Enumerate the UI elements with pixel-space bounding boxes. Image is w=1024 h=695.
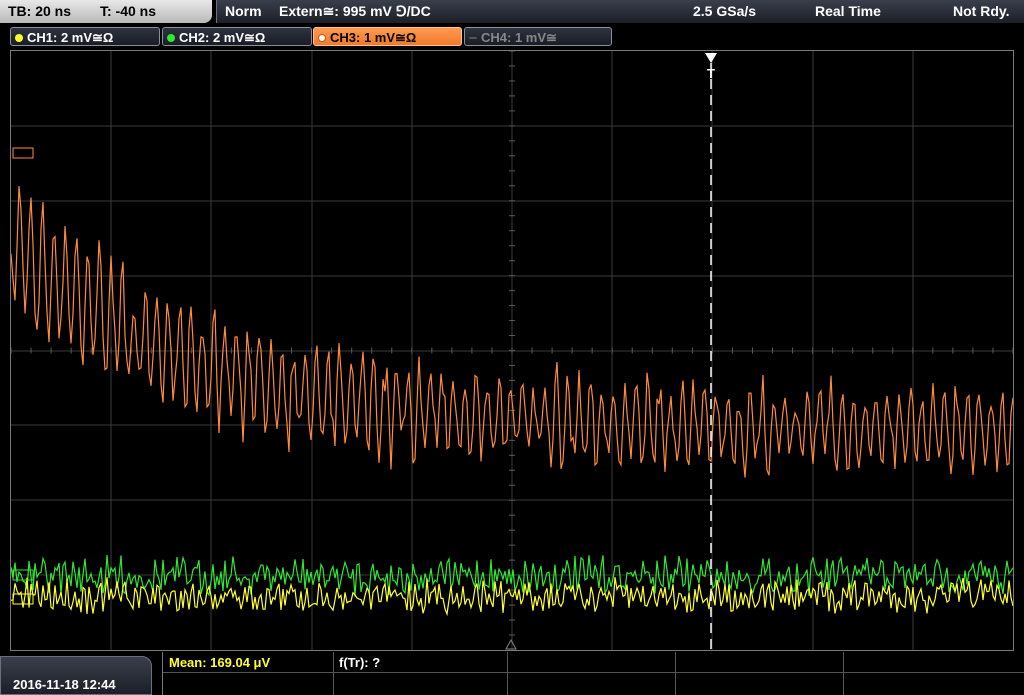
trigger-mode-label: Norm [225,3,262,19]
channel-2-button[interactable]: CH2: 2 mV≅Ω [162,27,312,46]
channel-1-label: CH1: 2 mV≅Ω [27,30,114,45]
channel-3-button[interactable]: CH3: 1 mV≅Ω [313,27,462,46]
measurement-cell-4[interactable] [675,652,844,673]
channel-3-label: CH3: 1 mV≅Ω [330,30,417,45]
channel-2-dot-icon [167,33,175,42]
measurement-row-2 [163,673,1024,695]
bottom-bar: 2016-11-18 12:44 Mean: 169.04 μV f(Tr): … [0,652,1024,695]
channel-4-button[interactable]: CH4: 1 mV≅ [464,27,612,46]
channel-4-label: CH4: 1 mV≅ [481,30,557,45]
trigger-source-label: Extern≅: 995 mV ⅁/DC [279,3,431,19]
datetime-box: 2016-11-18 12:44 [0,656,152,695]
bottom-center-marker-icon [505,638,517,650]
measurement-panel[interactable]: Mean: 169.04 μV f(Tr): ? [162,652,1024,695]
sample-rate-label: 2.5 GSa/s [693,3,757,19]
trigger-marker-label: T [707,66,715,81]
status-label: Not Rdy. [953,3,1010,19]
channel-4-dash-icon [469,36,477,39]
top-status-bar: TB: 20 ns T: -40 ns Norm Extern≅: 995 mV… [0,0,1024,24]
waveform-grid: T [11,51,1013,650]
timebase-box[interactable]: TB: 20 ns T: -40 ns [0,0,212,23]
datetime-label: 2016-11-18 12:44 [13,677,116,692]
channel-1-button[interactable]: CH1: 2 mV≅Ω [10,27,160,46]
waveform-display[interactable]: T [10,50,1014,651]
channel-bar: CH1: 2 mV≅Ω CH2: 2 mV≅Ω CH3: 1 mV≅Ω CH4:… [0,26,1024,48]
measurement-cell-5[interactable] [843,652,1024,673]
channel-1-dot-icon [15,33,23,42]
trigger-position-label: T: -40 ns [100,3,157,19]
trigger-marker-icon [705,53,717,63]
trigger-bar[interactable]: Norm Extern≅: 995 mV ⅁/DC 2.5 GSa/s Real… [216,0,1024,23]
channel-3-dot-icon [318,33,326,42]
channel-3-offset-marker-icon [12,147,34,159]
measurement-cell-1[interactable]: Mean: 169.04 μV [163,652,334,673]
measurement-cell-2[interactable]: f(Tr): ? [333,652,508,673]
timebase-label: TB: 20 ns [8,3,72,19]
mean-measurement: Mean: 169.04 μV [169,655,271,670]
channel-2-label: CH2: 2 mV≅Ω [179,30,266,45]
measurement-cell-3[interactable] [507,652,676,673]
acquisition-mode-label: Real Time [815,3,881,19]
frequency-measurement: f(Tr): ? [339,655,381,670]
